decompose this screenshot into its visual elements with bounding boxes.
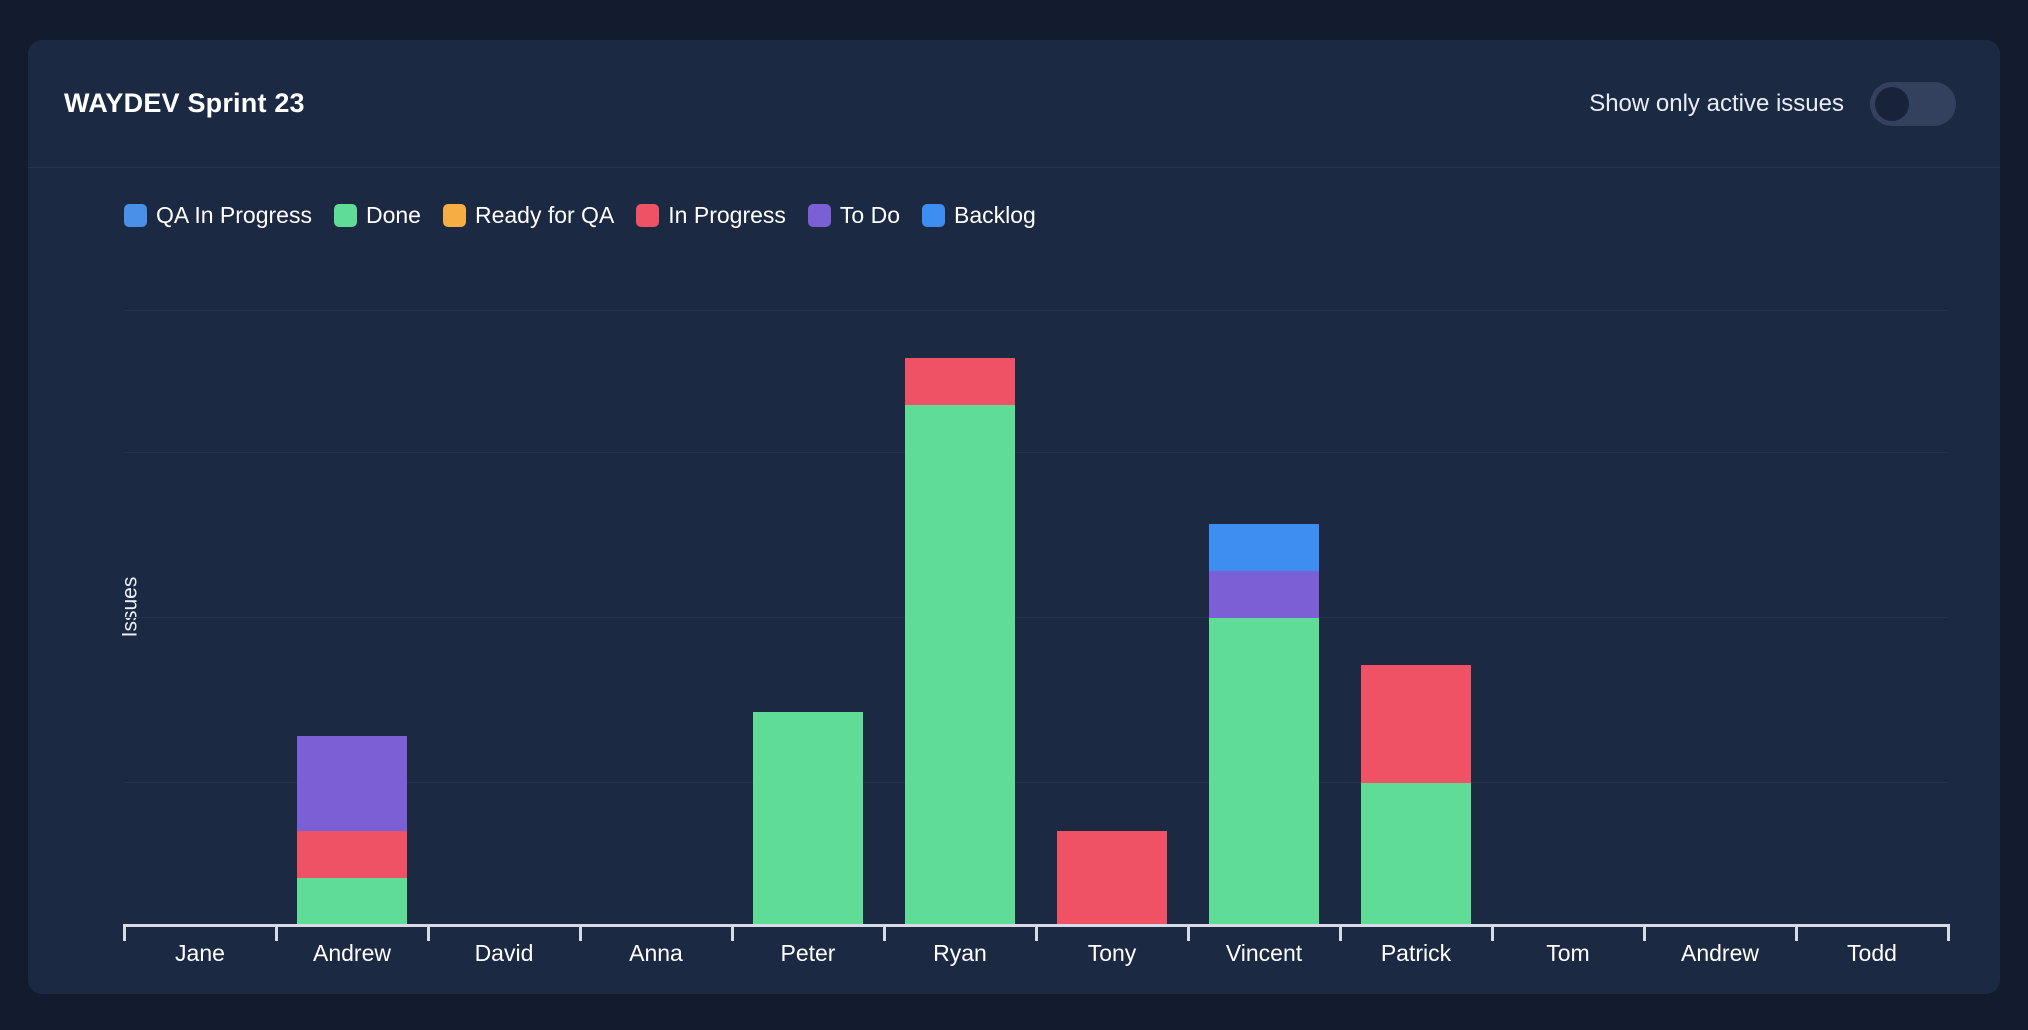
x-axis-label: Tom	[1546, 940, 1590, 966]
x-axis-label: Andrew	[1681, 940, 1759, 966]
bar-stack	[1209, 523, 1319, 925]
legend-item[interactable]: Ready for QA	[442, 202, 615, 229]
bar-column[interactable]	[580, 251, 732, 925]
legend-item[interactable]: Done	[333, 202, 421, 229]
legend-label: Done	[365, 202, 421, 228]
legend-item[interactable]: In Progress	[636, 202, 786, 229]
active-issues-toggle[interactable]	[1870, 81, 1956, 126]
bar-segment[interactable]	[1361, 665, 1471, 784]
bar-segment[interactable]	[1361, 783, 1471, 925]
bar-stack	[905, 358, 1015, 925]
bar-column[interactable]	[428, 251, 580, 925]
bar-segment[interactable]	[1209, 570, 1319, 618]
page-title: WAYDEV Sprint 23	[64, 88, 305, 118]
legend-swatch-icon	[333, 204, 357, 227]
bar-segment[interactable]	[905, 405, 1015, 925]
bar-segment[interactable]	[297, 877, 407, 925]
bar-column[interactable]	[1492, 251, 1644, 925]
x-axis-label: Peter	[780, 940, 836, 966]
legend-item[interactable]: QA In Progress	[124, 202, 312, 229]
bar-column[interactable]	[1036, 251, 1188, 925]
x-axis-label: Andrew	[312, 940, 391, 966]
x-axis-label: Jane	[175, 940, 225, 966]
bar-stack	[1057, 830, 1167, 925]
bar-column[interactable]	[1796, 251, 1948, 925]
legend-swatch-icon	[124, 204, 147, 227]
toggle-knob	[1875, 86, 1909, 121]
bar-column[interactable]	[732, 251, 884, 925]
x-axis-label: Ryan	[933, 940, 987, 966]
plot-region: Jane Andrew David Anna Peter Ryan Tony Vincent P…	[123, 251, 1950, 966]
page-root: WAYDEV Sprint 23 Show only active issues…	[0, 0, 2028, 1030]
legend-swatch-icon	[922, 204, 945, 227]
bar-segment[interactable]	[1057, 830, 1167, 925]
bar-stack	[1361, 665, 1471, 925]
legend-swatch-icon	[807, 204, 831, 227]
x-axis-label: Anna	[629, 940, 683, 966]
sprint-chart-card: WAYDEV Sprint 23 Show only active issues…	[28, 40, 2000, 994]
legend-item[interactable]: Backlog	[922, 202, 1036, 229]
legend-label: To Do	[839, 202, 900, 228]
bar-column[interactable]	[1188, 251, 1340, 925]
bar-segment[interactable]	[905, 358, 1015, 406]
bar-column[interactable]	[1340, 251, 1492, 925]
legend-label: In Progress	[668, 202, 786, 228]
x-axis-label: Patrick	[1380, 940, 1452, 966]
x-axis-label: Tony	[1087, 940, 1137, 966]
x-axis-label: David	[474, 940, 534, 966]
bar-column[interactable]	[124, 251, 276, 925]
bar-column[interactable]	[276, 251, 428, 925]
bar-segment[interactable]	[753, 712, 863, 925]
chart-area: Issues Jane Andrew David Anna Peter Ryan Tony V…	[28, 251, 2000, 966]
bar-stack	[753, 712, 863, 925]
bar-segment[interactable]	[1209, 618, 1319, 925]
bar-segment[interactable]	[297, 736, 407, 831]
chart-legend: QA In Progress Done Ready for QA In Progres…	[28, 168, 2000, 229]
x-axis-label: Todd	[1847, 940, 1897, 966]
bar-column[interactable]	[884, 251, 1036, 925]
x-axis-label: Vincent	[1225, 940, 1303, 966]
bar-series-group	[124, 251, 1948, 925]
x-axis-labels: Jane Andrew David Anna Peter Ryan Tony Vincent P…	[124, 927, 1948, 967]
legend-label: Ready for QA	[474, 202, 615, 228]
legend-swatch-icon	[636, 204, 660, 227]
legend-label: QA In Progress	[156, 202, 312, 228]
legend-swatch-icon	[442, 204, 466, 227]
bar-column[interactable]	[1644, 251, 1796, 925]
legend-label: Backlog	[954, 202, 1036, 228]
card-header: WAYDEV Sprint 23 Show only active issues	[28, 40, 2000, 168]
bar-segment[interactable]	[1209, 523, 1319, 571]
bar-segment[interactable]	[297, 830, 407, 878]
legend-item[interactable]: To Do	[807, 202, 900, 229]
header-controls: Show only active issues	[1589, 81, 1956, 126]
bar-stack	[297, 736, 407, 925]
active-issues-toggle-label: Show only active issues	[1589, 89, 1844, 117]
